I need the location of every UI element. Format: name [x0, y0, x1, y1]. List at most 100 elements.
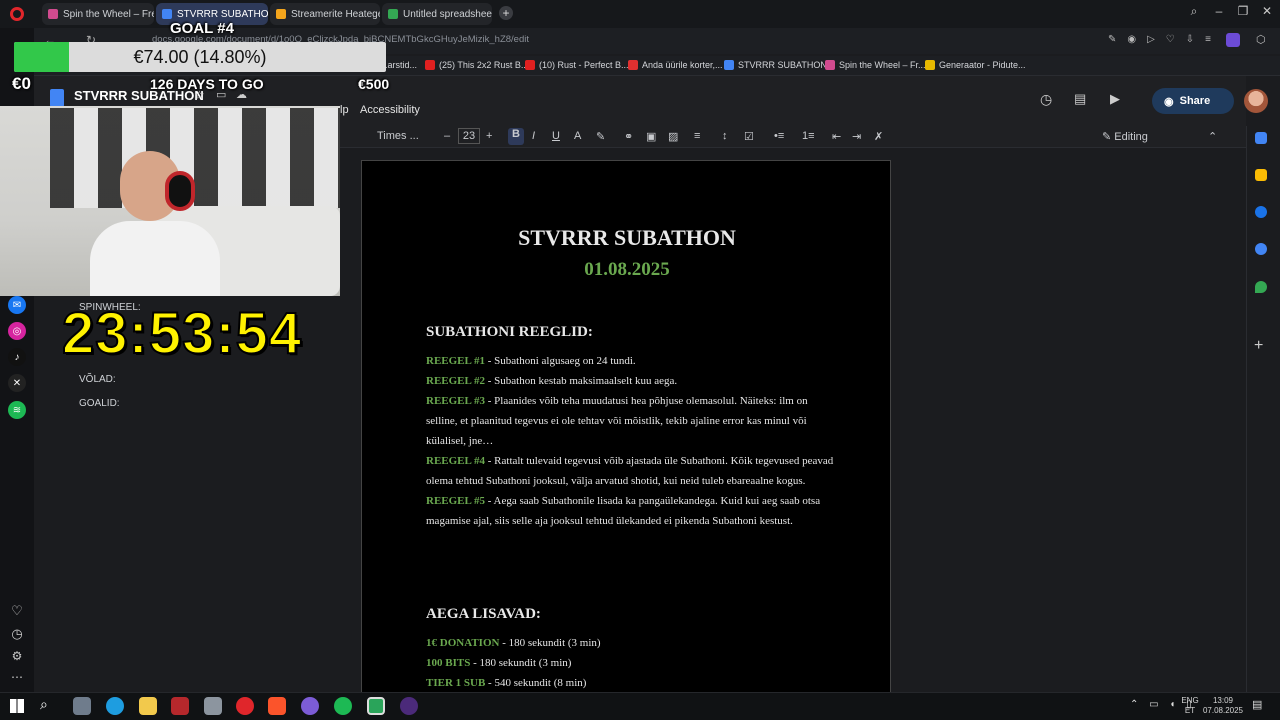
search-icon[interactable]: ⌕ [40, 696, 48, 713]
taskbar-app-8[interactable] [301, 697, 319, 715]
clock[interactable]: 13:09 07.08.2025 [1202, 696, 1244, 716]
instagram-icon[interactable]: ◎ [8, 322, 26, 340]
underline-button[interactable]: U [552, 130, 560, 142]
bold-button[interactable]: B [508, 128, 524, 145]
text-color-button[interactable]: A [574, 130, 581, 142]
x-icon[interactable]: ✕ [8, 374, 26, 392]
link-icon[interactable]: ⚭ [624, 130, 633, 143]
edge-icon[interactable] [106, 697, 124, 715]
bookmark-item[interactable]: (10) Rust - Perfect B... [525, 60, 629, 70]
paragraph: 100 BITS - 180 sekundit (3 min) [426, 653, 836, 673]
messenger-icon[interactable]: ✉ [8, 296, 26, 314]
keep-icon[interactable] [1255, 169, 1267, 181]
tab-favicon-icon [388, 9, 398, 19]
bullet-list-icon[interactable]: •≡ [774, 130, 784, 142]
search-tabs-icon[interactable]: ⌕ [1183, 4, 1205, 19]
extensions-icon[interactable]: ⬡ [1256, 33, 1266, 46]
opera-logo[interactable] [10, 7, 24, 21]
comment-icon[interactable]: ▣ [646, 130, 656, 143]
tasks-icon[interactable] [1255, 206, 1267, 218]
new-tab-button[interactable]: + [499, 6, 513, 20]
align-icon[interactable]: ≡ [694, 130, 700, 142]
increase-size-button[interactable]: + [486, 130, 492, 142]
brave-icon[interactable] [268, 697, 286, 715]
docs-logo-icon[interactable] [50, 89, 64, 107]
explorer-icon[interactable] [139, 697, 157, 715]
menu-help[interactable]: lp [340, 104, 349, 116]
profile-icon[interactable] [1226, 33, 1240, 47]
language-indicator[interactable]: ENG ET [1180, 696, 1200, 716]
italic-button[interactable]: I [532, 130, 535, 142]
meet-icon[interactable]: ▶ [1110, 91, 1120, 107]
goal-min: €0 [12, 74, 31, 93]
paragraph-text: - Rattalt tulevaid tegevusi võib ajastad… [426, 455, 834, 487]
browser-tab[interactable]: Spin the Wheel – Free and [42, 3, 154, 25]
highlight-icon[interactable]: ✎ [596, 130, 605, 143]
indent-increase-icon[interactable]: ⇥ [852, 130, 861, 143]
taskbar-app-5[interactable] [204, 697, 222, 715]
comments-icon[interactable]: ▤ [1074, 91, 1086, 107]
heart-icon[interactable]: ♡ [8, 602, 26, 620]
avatar[interactable] [1244, 89, 1268, 113]
spotify-icon[interactable]: ≋ [8, 401, 26, 419]
font-size-input[interactable]: 23 [458, 128, 480, 144]
taskbar-app-11[interactable] [400, 697, 418, 715]
bookmark-item[interactable]: Generaator - Pidute... [925, 60, 1026, 70]
bookmark-item[interactable]: Spin the Wheel – Fr... [825, 60, 926, 70]
bookmark-item[interactable]: STVRRR SUBATHON... [724, 60, 834, 70]
more-icon[interactable]: ⋯ [8, 668, 26, 686]
bookmark-item[interactable]: (25) This 2x2 Rust B... [425, 60, 528, 70]
opera-icon[interactable] [236, 697, 254, 715]
streamer [90, 141, 220, 296]
indent-decrease-icon[interactable]: ⇤ [832, 130, 841, 143]
start-icon[interactable] [10, 699, 24, 713]
minimize-button[interactable]: – [1208, 4, 1230, 18]
editing-mode-select[interactable]: ✎ Editing [1102, 130, 1148, 143]
add-addon-icon[interactable]: + [1254, 337, 1263, 355]
outline-item[interactable]: GOALID: [79, 398, 120, 409]
menu-accessibility[interactable]: Accessibility [360, 104, 420, 116]
tab-label: Spin the Wheel – Free and [63, 8, 154, 20]
version-history-icon[interactable]: ◷ [1040, 91, 1052, 108]
collapse-toolbar-icon[interactable]: ⌃ [1208, 130, 1217, 143]
torso [90, 221, 220, 296]
clock-date: 07.08.2025 [1202, 706, 1244, 715]
taskbar-app-1[interactable] [73, 697, 91, 715]
paragraph-tag: REEGEL #3 [426, 395, 485, 407]
share-button[interactable]: ◉ Share [1152, 88, 1234, 114]
bookmark-favicon-icon [925, 60, 935, 70]
history-icon[interactable]: ◷ [8, 625, 26, 643]
paragraph-tag: 100 BITS [426, 657, 471, 669]
browser-tab[interactable]: Streamerite Heategevusm [270, 3, 380, 25]
headphones [165, 171, 195, 211]
tiktok-icon[interactable]: ♪ [8, 348, 26, 366]
checklist-icon[interactable]: ☑ [744, 130, 754, 143]
paragraph-text: - 180 sekundit (3 min) [499, 637, 601, 649]
taskbar-app-4[interactable] [171, 697, 189, 715]
document-page[interactable]: STVRRR SUBATHON 01.08.2025 SUBATHONI REE… [361, 160, 891, 700]
close-window-button[interactable]: ✕ [1256, 4, 1278, 18]
contacts-icon[interactable] [1255, 243, 1267, 255]
time-list: 1€ DONATION - 180 sekundit (3 min) 100 BI… [426, 633, 836, 693]
notification-icon[interactable]: ▤ [1252, 698, 1262, 711]
settings-icon[interactable]: ⚙ [8, 647, 26, 665]
bookmark-item[interactable]: Anda üürile korter,... [628, 60, 723, 70]
taskbar [0, 692, 1280, 720]
paragraph-text: - Subathoni algusaeg on 24 tundi. [485, 355, 636, 367]
outline-item[interactable]: VÕLAD: [79, 374, 116, 385]
taskbar-app-10[interactable] [367, 697, 385, 715]
font-family-select[interactable]: Times ... [377, 130, 419, 142]
browser-tab[interactable]: Untitled spreadsheet - Go [382, 3, 492, 25]
decrease-size-button[interactable]: – [444, 130, 450, 142]
numbered-list-icon[interactable]: 1≡ [802, 130, 815, 142]
maps-icon[interactable] [1255, 281, 1267, 293]
calendar-icon[interactable] [1255, 132, 1267, 144]
rules-list: REEGEL #1 - Subathoni algusaeg on 24 tun… [426, 351, 836, 531]
tab-label: Untitled spreadsheet - Go [403, 8, 492, 20]
image-icon[interactable]: ▨ [668, 130, 678, 143]
clear-format-icon[interactable]: ✗ [874, 130, 883, 143]
spotify-taskbar-icon[interactable] [334, 697, 352, 715]
maximize-button[interactable]: ❐ [1232, 4, 1254, 18]
paragraph-text: - Aega saab Subathonile lisada ka pangaü… [426, 495, 821, 527]
line-spacing-icon[interactable]: ↕ [722, 130, 728, 142]
